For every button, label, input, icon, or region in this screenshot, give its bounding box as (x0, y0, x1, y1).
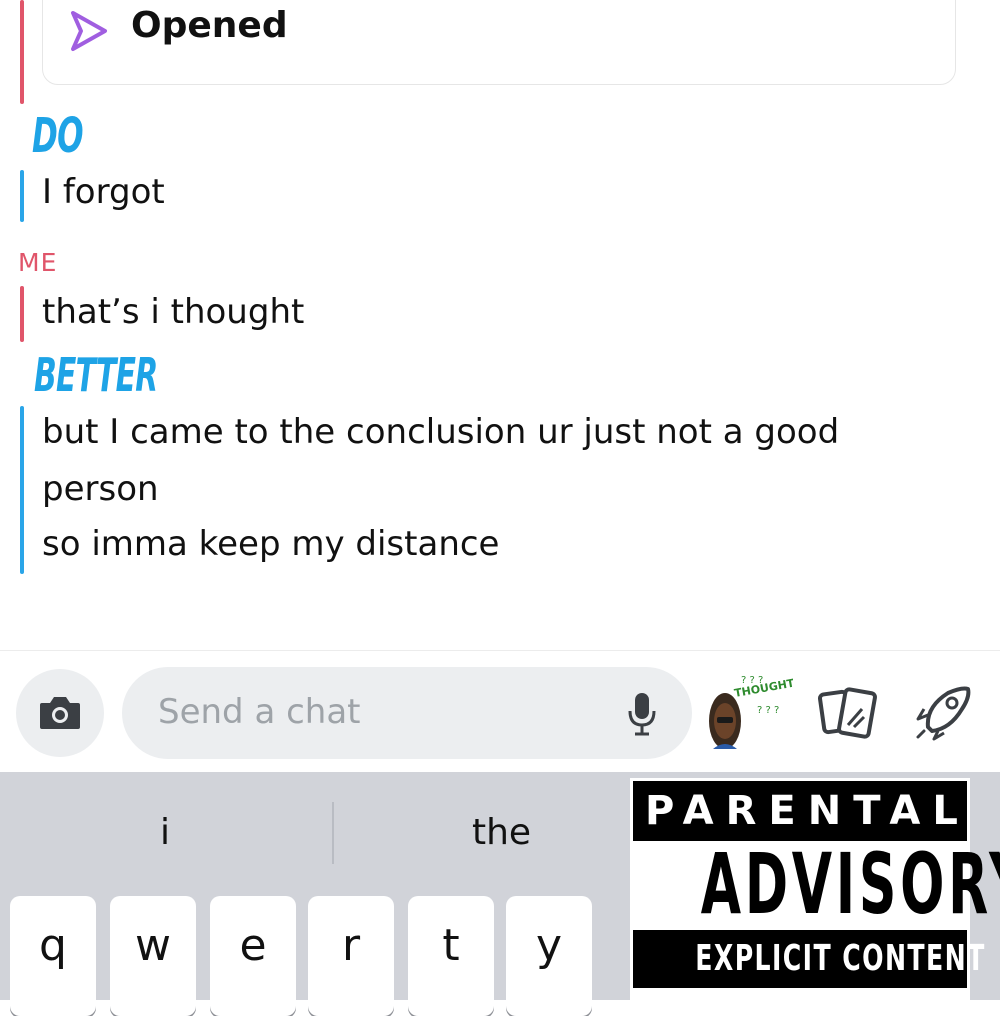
sender-name-better: BETTER (34, 348, 158, 402)
key-e[interactable]: e (210, 896, 296, 1016)
chat-input[interactable]: Send a chat (122, 667, 692, 759)
suggestion-divider (332, 802, 334, 864)
opened-status-card[interactable]: Opened (42, 0, 956, 85)
message-text: person (42, 469, 159, 509)
suggestion-item[interactable]: the (472, 812, 531, 853)
message-text: I forgot (42, 172, 165, 212)
key-w[interactable]: w (110, 896, 196, 1016)
opened-arrow-icon (71, 11, 107, 51)
advisory-top-text: PARENTAL (633, 781, 967, 841)
advisory-middle-text: ADVISORY (700, 835, 1000, 933)
me-accent-bar (20, 286, 24, 342)
chat-composer: Send a chat THOUGHTS? ? ? ? ? ? ? (0, 650, 1000, 773)
friend-accent-bar (20, 170, 24, 222)
camera-button[interactable] (16, 669, 104, 757)
svg-text:? ? ?: ? ? ? (741, 675, 763, 686)
microphone-icon[interactable] (627, 691, 657, 737)
message-text: so imma keep my distance (42, 524, 500, 564)
cards-icon[interactable] (818, 687, 880, 743)
me-accent-bar (20, 0, 24, 104)
parental-advisory-label: PARENTAL ADVISORY EXPLICIT CONTENT (630, 778, 1000, 1000)
message-text: but I came to the conclusion ur just not… (42, 412, 840, 452)
message-text: that’s i thought (42, 292, 305, 332)
sender-name-do: DO (32, 108, 84, 164)
key-q[interactable]: q (10, 896, 96, 1016)
svg-text:? ? ?: ? ? ? (757, 705, 779, 716)
sender-name-me: ME (18, 248, 58, 277)
bitmoji-icon[interactable]: THOUGHTS? ? ? ? ? ? ? (705, 673, 793, 755)
chat-input-placeholder: Send a chat (158, 692, 361, 732)
advisory-bottom-text: EXPLICIT CONTENT (695, 938, 986, 979)
key-t[interactable]: t (408, 896, 494, 1016)
camera-icon (40, 697, 80, 729)
chat-thread: Opened DO I forgot ME that’s i thought B… (0, 0, 1000, 650)
rocket-icon[interactable] (914, 685, 974, 741)
key-r[interactable]: r (308, 896, 394, 1016)
suggestion-item[interactable]: i (160, 812, 170, 853)
friend-accent-bar (20, 406, 24, 574)
opened-label: Opened (131, 5, 288, 46)
advisory-bottom-band: EXPLICIT CONTENT (633, 930, 984, 988)
key-y[interactable]: y (506, 896, 592, 1016)
